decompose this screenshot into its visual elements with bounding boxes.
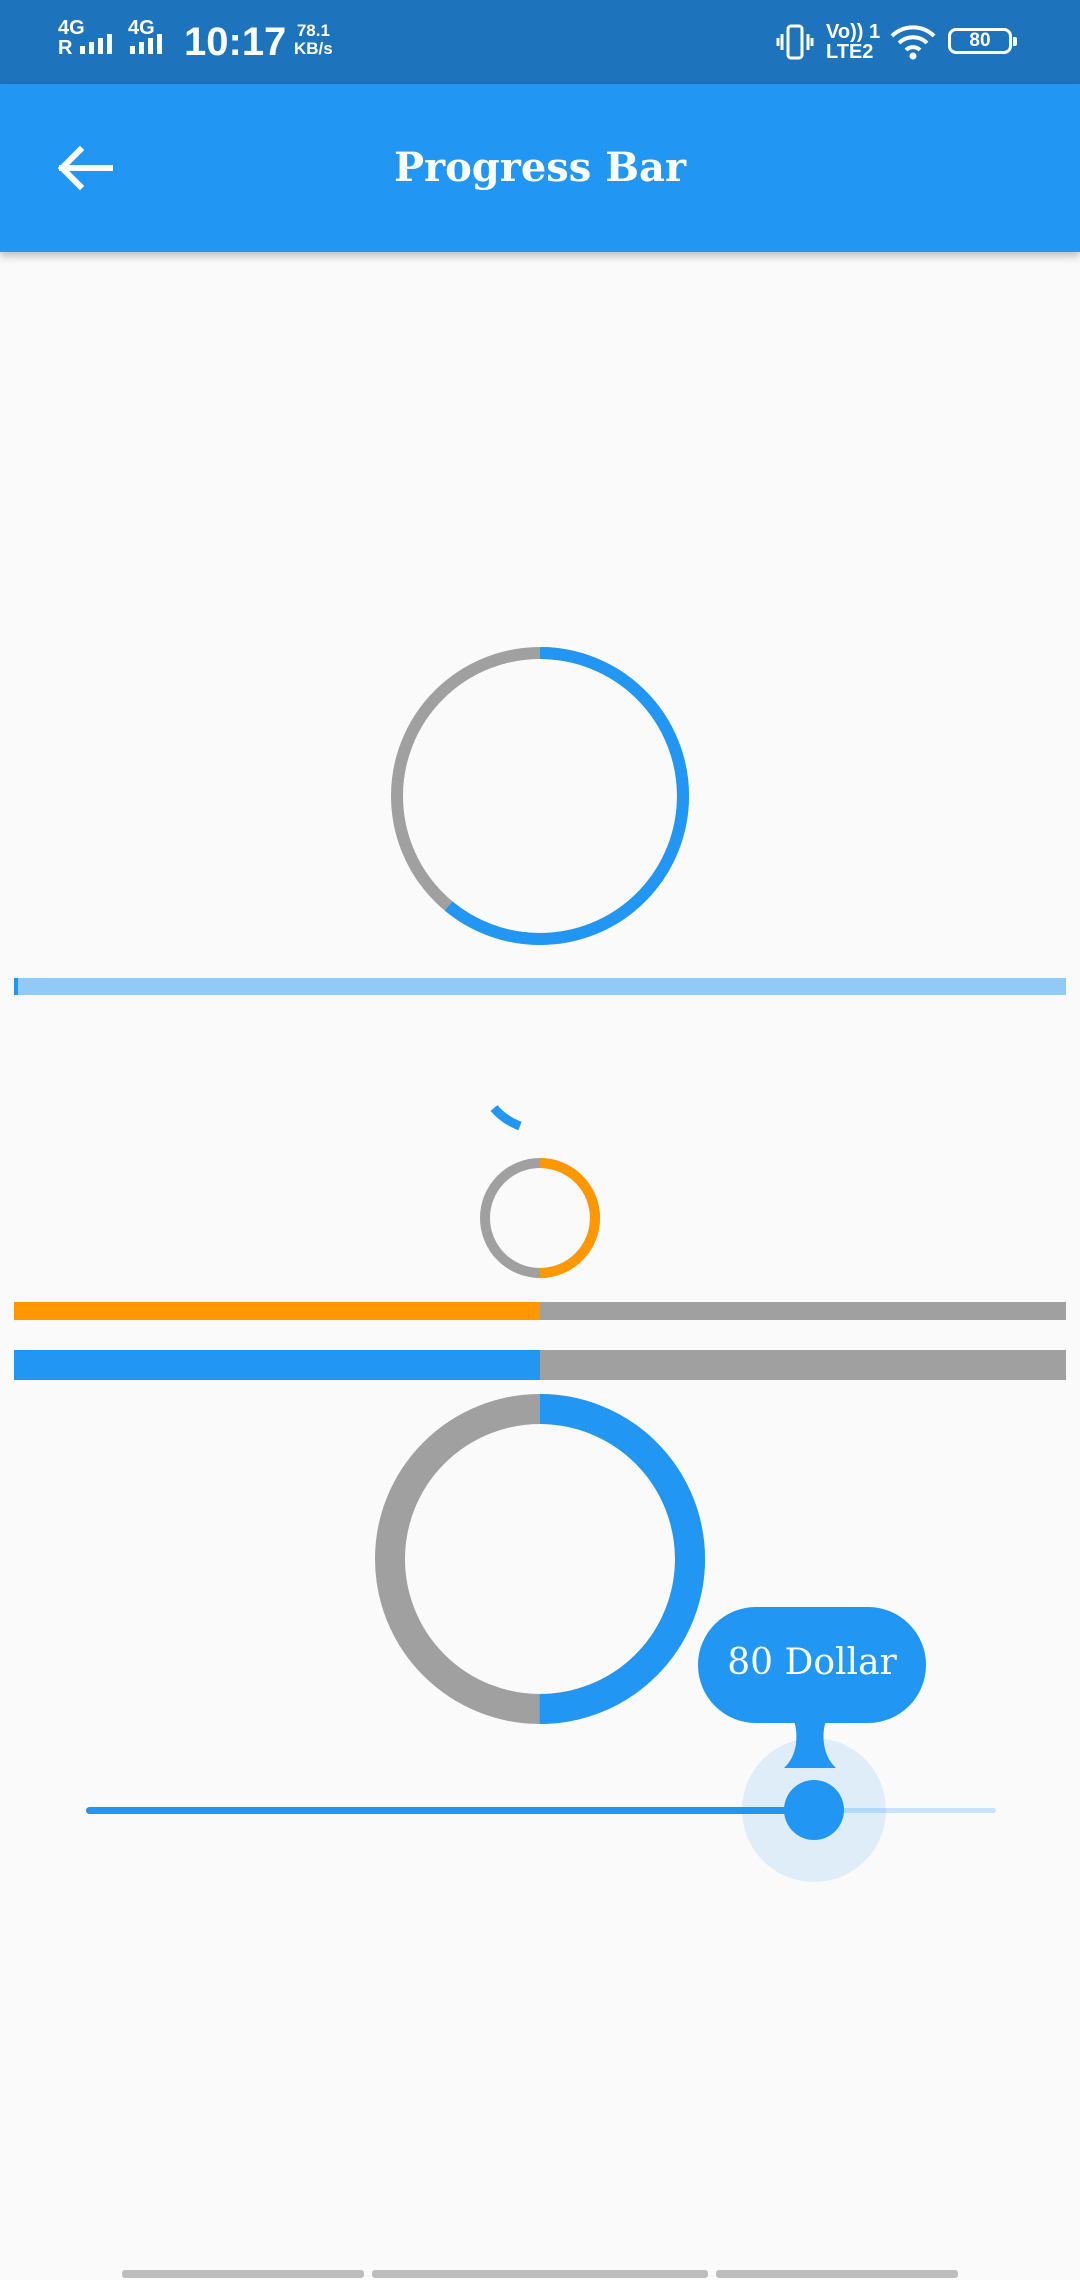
speed-unit: KB/s [294, 39, 333, 58]
nav-gesture-bar [716, 2270, 958, 2278]
signal-icon [130, 34, 162, 54]
linear-progress-orange [14, 1302, 1066, 1320]
linear-progress-blue [14, 1350, 1066, 1380]
price-slider[interactable] [86, 1738, 996, 1882]
nav-gesture-bar [122, 2270, 364, 2278]
linear-progress-thin [14, 978, 1066, 995]
page-title: Progress Bar [393, 144, 687, 191]
progress-fill [14, 978, 18, 995]
slider-value-label: 80 Dollar [727, 1642, 897, 1683]
signal-icon [80, 34, 112, 54]
slider-value-indicator: 80 Dollar [698, 1607, 926, 1723]
slider-active-track [86, 1807, 814, 1814]
status-bar: 4G R 4G 10:17 78.1 KB/s Vo)) 1 LTE2 80 [0, 0, 1080, 84]
volte-indicator: Vo)) 1 LTE2 [826, 22, 880, 62]
circular-progress-large [391, 647, 689, 945]
app-bar: Progress Bar [0, 84, 1080, 252]
circular-progress-small [480, 1158, 600, 1278]
progress-fill [14, 1350, 540, 1380]
battery-icon: 80 [948, 28, 1017, 54]
clock: 10:17 [184, 20, 287, 64]
spinner-arc [490, 1105, 522, 1130]
lte-label: LTE2 [826, 41, 874, 63]
network-speed: 78.1 KB/s [294, 22, 333, 58]
circular-progress-thick [375, 1394, 705, 1724]
wifi-icon [890, 25, 936, 60]
vibrate-icon [776, 24, 814, 60]
volte-label: Vo)) 1 [826, 21, 881, 43]
progress-fill [14, 1302, 540, 1320]
battery-level: 80 [969, 30, 991, 51]
nav-gesture-bar [372, 2270, 708, 2278]
speed-value: 78.1 [296, 21, 330, 40]
circular-progress-spinner [490, 1105, 522, 1130]
